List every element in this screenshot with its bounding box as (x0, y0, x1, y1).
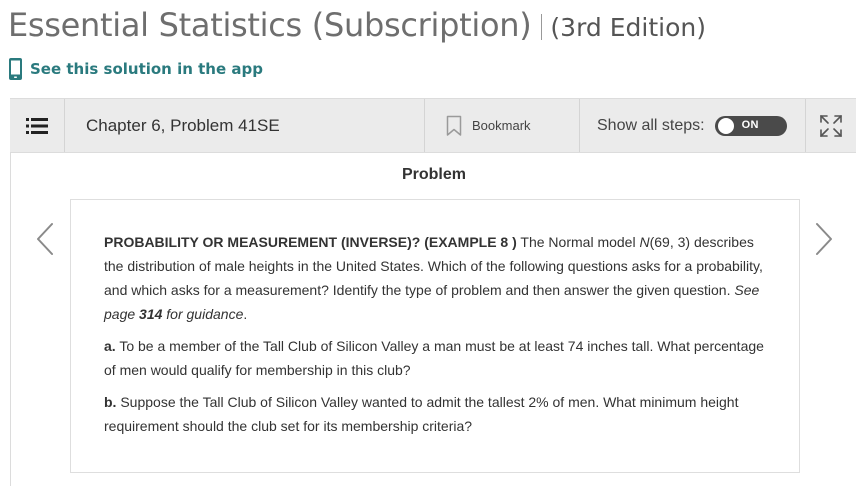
problem-text: . (243, 306, 248, 322)
part-b-label: b. (104, 394, 117, 410)
part-b-text: Suppose the Tall Club of Silicon Valley … (104, 394, 739, 434)
guidance-page: 314 (139, 306, 163, 322)
model-symbol: N (639, 234, 650, 250)
toggle-state-label: ON (741, 118, 759, 131)
problem-statement-box: PROBABILITY OR MEASUREMENT (INVERSE)? (E… (70, 199, 800, 473)
title-separator (541, 14, 543, 40)
problem-title: PROBABILITY OR MEASUREMENT (INVERSE)? (E… (104, 234, 517, 250)
bookmark-icon (446, 115, 462, 136)
toolbar-divider (64, 99, 65, 152)
expand-icon (820, 114, 842, 137)
content-left-border (10, 153, 11, 486)
show-all-steps-toggle[interactable]: ON (714, 115, 787, 136)
phone-icon (9, 58, 22, 80)
list-icon (26, 117, 48, 134)
part-a-label: a. (104, 338, 116, 354)
book-edition: (3rd Edition) (550, 13, 706, 42)
bookmark-label: Bookmark (472, 118, 531, 133)
chapter-problem-label: Chapter 6, Problem 41SE (86, 115, 280, 135)
see-in-app-link[interactable]: See this solution in the app (9, 58, 263, 80)
book-title: Essential Statistics (Subscription) (3rd… (8, 6, 706, 48)
book-title-main: Essential Statistics (Subscription) (8, 6, 532, 44)
show-all-steps-label: Show all steps: (597, 116, 705, 134)
bookmark-button[interactable]: Bookmark (446, 99, 531, 152)
toolbar-divider (424, 99, 425, 152)
show-all-steps-control: Show all steps: ON (597, 99, 787, 152)
chevron-left-icon[interactable] (35, 222, 55, 256)
fullscreen-button[interactable] (806, 99, 856, 152)
toolbar-divider (579, 99, 580, 152)
guidance-text: for guidance (162, 306, 244, 322)
problem-part-b: b. Suppose the Tall Club of Silicon Vall… (104, 390, 769, 438)
toggle-knob (717, 117, 734, 134)
problem-intro: PROBABILITY OR MEASUREMENT (INVERSE)? (E… (104, 230, 769, 326)
chevron-right-icon[interactable] (814, 222, 834, 256)
solution-toolbar: Chapter 6, Problem 41SE Bookmark Show al… (10, 98, 856, 153)
part-a-text: To be a member of the Tall Club of Silic… (104, 338, 764, 378)
chapter-list-button[interactable] (10, 99, 64, 152)
problem-part-a: a. To be a member of the Tall Club of Si… (104, 334, 769, 382)
problem-text: The Normal model (516, 234, 640, 250)
see-in-app-label: See this solution in the app (30, 60, 263, 78)
model-params: (69, 3) (649, 234, 691, 250)
problem-heading: Problem (401, 166, 466, 183)
